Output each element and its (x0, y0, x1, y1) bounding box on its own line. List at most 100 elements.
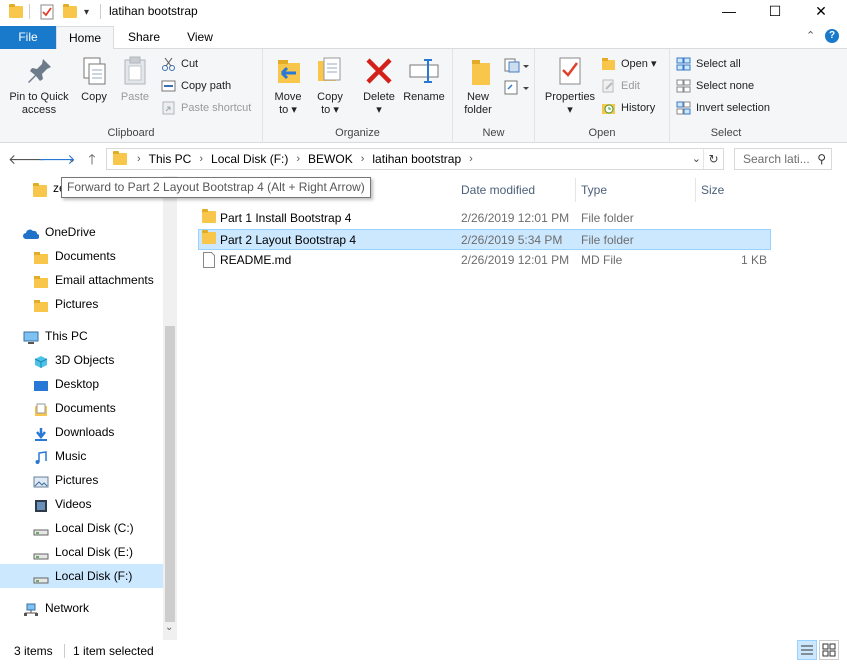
chevron-right-icon[interactable]: › (195, 153, 207, 165)
close-button[interactable]: ✕ (798, 0, 844, 24)
recent-locations-chevron-icon[interactable]: ⌄ (62, 149, 82, 169)
pictures-icon (33, 473, 49, 488)
sidebar-item-documents[interactable]: Documents (0, 396, 163, 420)
invert-selection-button[interactable]: Invert selection (676, 98, 770, 118)
edit-button[interactable]: Edit (601, 76, 640, 96)
file-name: README.md (220, 253, 292, 267)
breadcrumb-latihan-bootstrap[interactable]: latihan bootstrap (368, 152, 465, 166)
select-none-button[interactable]: Select none (676, 76, 754, 96)
collapse-ribbon-icon[interactable]: ⌃ (806, 29, 815, 42)
column-header-type[interactable]: Type (576, 178, 696, 202)
refresh-icon[interactable]: ↻ (703, 149, 723, 169)
sidebar-item-desktop[interactable]: Desktop (0, 372, 163, 396)
tab-file[interactable]: File (0, 26, 56, 49)
new-folder-icon[interactable] (63, 3, 77, 21)
scroll-down-icon[interactable]: ⌄ (165, 622, 173, 633)
address-bar-row: 🡐 🡒 ⌄ 🡑 › This PC › Local Disk (F:) › BE… (0, 146, 847, 172)
chevron-right-icon[interactable]: › (292, 153, 304, 165)
select-all-button[interactable]: Select all (676, 54, 741, 74)
title-bar: ▾ latihan bootstrap — ☐ ✕ (0, 0, 847, 24)
window-title: latihan bootstrap (109, 4, 198, 18)
details-view-button[interactable] (797, 640, 817, 660)
new-folder-button[interactable]: New folder (458, 55, 498, 117)
file-row[interactable]: Part 1 Install Bootstrap 4 2/26/2019 12:… (198, 208, 771, 229)
chevron-right-icon[interactable]: › (357, 153, 369, 165)
sidebar-item-this-pc[interactable]: This PC (0, 324, 163, 348)
rename-button[interactable]: Rename (401, 55, 447, 104)
open-group-label: Open (588, 127, 616, 139)
up-arrow-icon[interactable]: 🡑 (82, 149, 102, 169)
rename-label: Rename (403, 91, 445, 103)
sidebar-item-downloads[interactable]: Downloads (0, 420, 163, 444)
navigation-pane-scrollbar[interactable]: ⌄ (163, 176, 177, 640)
tab-view[interactable]: View (174, 26, 226, 49)
file-name: Part 2 Layout Bootstrap 4 (220, 233, 357, 247)
breadcrumb-bewok[interactable]: BEWOK (304, 152, 357, 166)
documents-icon (33, 401, 49, 416)
history-button[interactable]: History (601, 98, 655, 118)
sidebar-item-local-disk-f[interactable]: Local Disk (F:) (0, 564, 163, 588)
column-header-date[interactable]: Date modified (456, 178, 576, 202)
sidebar-item-videos[interactable]: Videos (0, 492, 163, 516)
sidebar-item-local-disk-e[interactable]: Local Disk (E:) (0, 540, 163, 564)
sidebar-item-label: Videos (55, 497, 92, 511)
select-all-label: Select all (696, 58, 741, 70)
breadcrumb-this-pc[interactable]: This PC (145, 152, 196, 166)
new-item-icon[interactable] (503, 57, 529, 78)
address-dropdown-icon[interactable]: ⌄ (692, 152, 701, 165)
file-row[interactable]: README.md 2/26/2019 12:01 PM MD File 1 K… (198, 250, 771, 271)
sidebar-item-label: Documents (55, 249, 116, 263)
sidebar-item-pictures[interactable]: Pictures (0, 292, 163, 316)
sidebar-item-3d-objects[interactable]: 3D Objects (0, 348, 163, 372)
paste-button[interactable]: Paste (114, 55, 156, 104)
scrollbar-thumb[interactable] (165, 326, 175, 622)
sidebar-item-music[interactable]: Music (0, 444, 163, 468)
sidebar-item-documents[interactable]: Documents (0, 244, 163, 268)
search-icon: ⚲ (817, 152, 826, 166)
copy-to-button[interactable]: Copy to ▾ (310, 55, 350, 117)
new-folder-icon (462, 55, 494, 87)
sidebar-item-network[interactable]: Network (0, 596, 163, 620)
forward-arrow-icon[interactable]: 🡒 (38, 149, 76, 169)
copy-path-button[interactable]: Copy path (161, 76, 231, 96)
status-bar: 3 items 1 item selected (0, 640, 847, 666)
sidebar-item-onedrive[interactable]: OneDrive (0, 220, 163, 244)
column-header-size[interactable]: Size (696, 178, 771, 202)
copy-button[interactable]: Copy (74, 55, 114, 104)
move-to-button[interactable]: Move to ▾ (268, 55, 308, 117)
select-none-icon (676, 79, 691, 93)
delete-button[interactable]: Delete ▾ (359, 55, 399, 117)
sidebar-item-local-disk-c[interactable]: Local Disk (C:) (0, 516, 163, 540)
back-arrow-icon[interactable]: 🡐 (8, 149, 46, 169)
file-row-selected[interactable]: Part 2 Layout Bootstrap 4 2/26/2019 5:34… (198, 229, 771, 250)
properties-button[interactable]: Properties ▾ (539, 55, 601, 117)
open-button[interactable]: Open ▾ (601, 54, 657, 74)
pin-quick-access-button[interactable]: Pin to Quick access (4, 55, 74, 117)
folder-icon (113, 151, 127, 165)
paste-shortcut-button[interactable]: Paste shortcut (161, 98, 251, 118)
ribbon: Pin to Quick access Copy Paste Cut Copy … (0, 49, 847, 143)
customize-toolbar-icon[interactable]: ▾ (84, 3, 89, 21)
cut-button[interactable]: Cut (161, 54, 198, 74)
easy-access-icon[interactable] (503, 79, 529, 100)
properties-icon[interactable] (40, 3, 54, 21)
help-icon[interactable]: ? (825, 29, 839, 43)
sidebar-item-label: Pictures (55, 297, 99, 311)
new-group: New folder New (453, 49, 535, 143)
tab-home[interactable]: Home (56, 26, 114, 50)
search-input[interactable]: Search lati... ⚲ (734, 148, 832, 170)
maximize-button[interactable]: ☐ (752, 0, 798, 24)
music-icon (33, 449, 49, 464)
breadcrumb-local-disk-f[interactable]: Local Disk (F:) (207, 152, 292, 166)
minimize-button[interactable]: — (706, 0, 752, 24)
chevron-right-icon[interactable]: › (133, 153, 145, 165)
address-bar[interactable]: › This PC › Local Disk (F:) › BEWOK › la… (106, 148, 724, 170)
sidebar-item-pictures[interactable]: Pictures (0, 468, 163, 492)
sidebar-item-label: 3D Objects (55, 353, 115, 367)
large-icons-view-button[interactable] (819, 640, 839, 660)
sidebar-item-email-attachments[interactable]: Email attachments (0, 268, 163, 292)
tab-share[interactable]: Share (116, 26, 172, 49)
status-selected-count: 1 item selected (73, 644, 154, 658)
chevron-right-icon[interactable]: › (465, 153, 477, 165)
sidebar-item-label: Local Disk (C:) (55, 521, 134, 535)
